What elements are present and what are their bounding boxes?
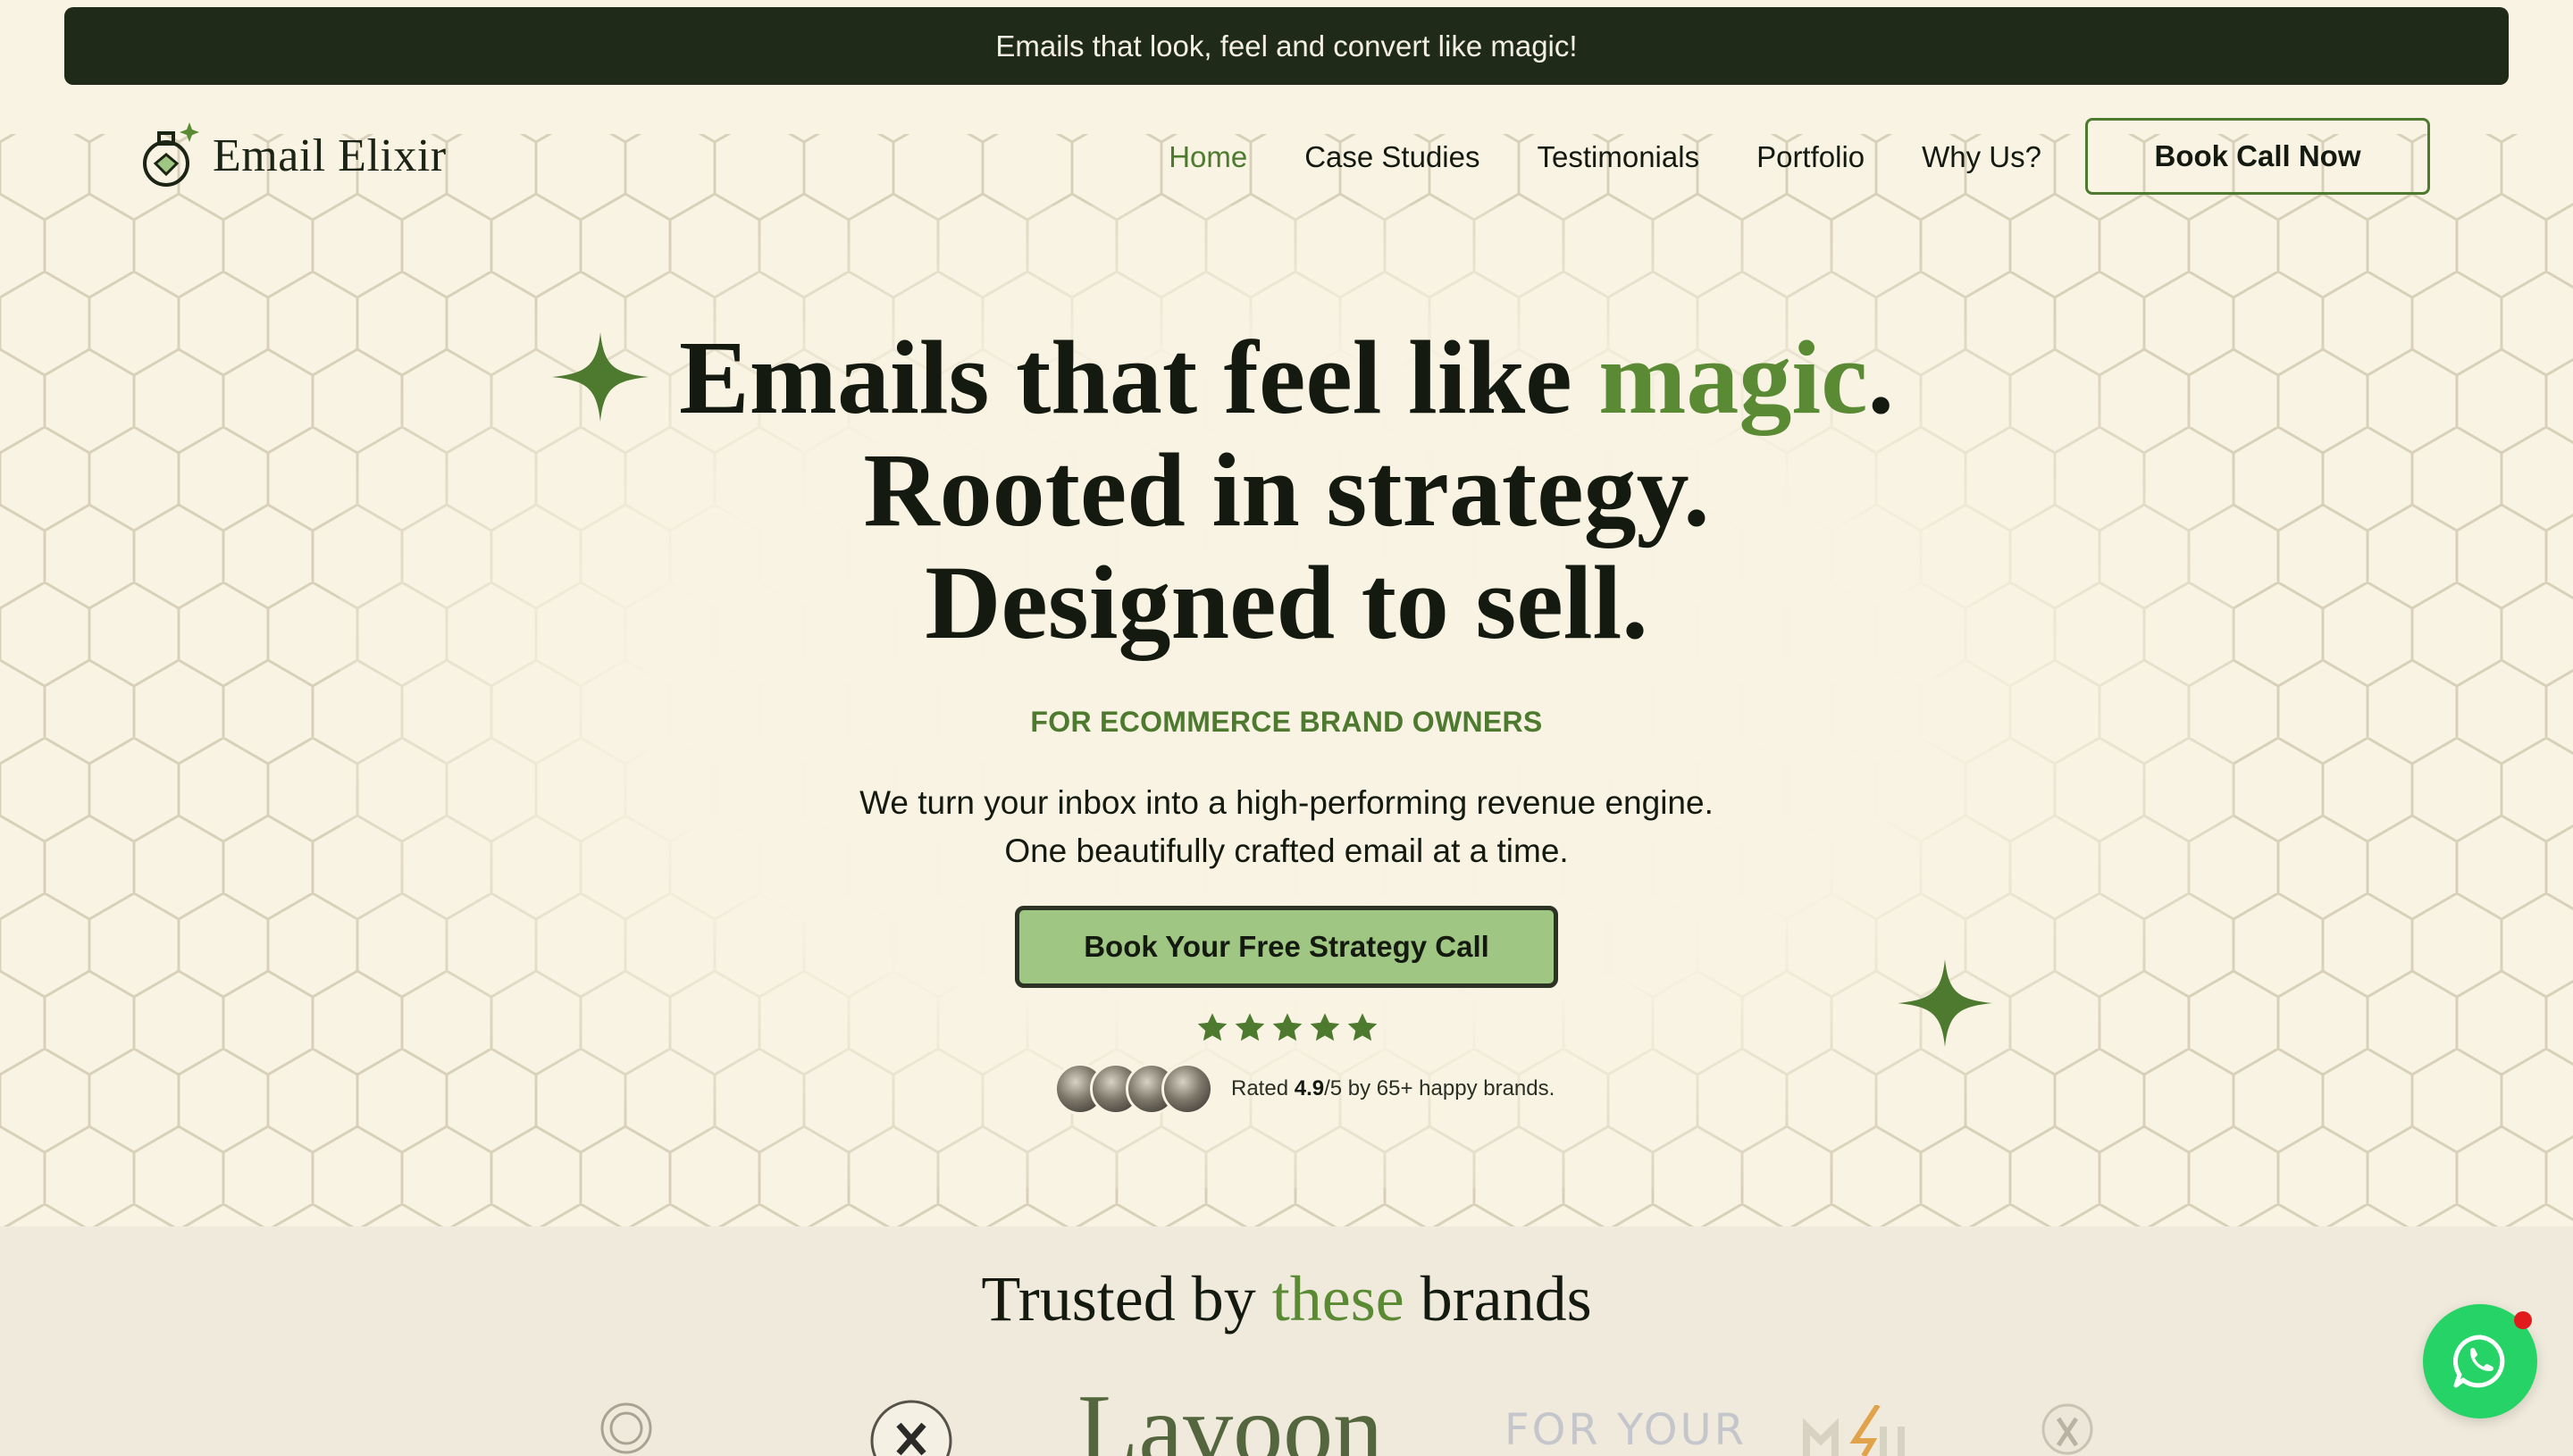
headline-accent-word: magic: [1598, 319, 1868, 436]
brand-logo-bolt: [1803, 1405, 1905, 1456]
star-icon: [1235, 1013, 1265, 1042]
sparkle-icon: [1898, 959, 1992, 1047]
trusted-title-post: brands: [1404, 1263, 1592, 1335]
customer-avatars: [1054, 1063, 1213, 1115]
top-navigation: Email Elixir Home Case Studies Testimoni…: [0, 85, 2573, 228]
book-strategy-call-button[interactable]: Book Your Free Strategy Call: [1015, 906, 1558, 988]
nav-why-us[interactable]: Why Us?: [1922, 140, 2041, 174]
brand-logo-circle: [600, 1402, 652, 1454]
nav-testimonials[interactable]: Testimonials: [1538, 140, 1700, 174]
whatsapp-chat-button[interactable]: [2423, 1304, 2537, 1418]
notification-dot: [2514, 1311, 2532, 1329]
rating-suffix: /5 by 65+ happy brands.: [1324, 1076, 1555, 1100]
avatar: [1161, 1063, 1213, 1115]
hero-subtext: We turn your inbox into a high-performin…: [0, 779, 2573, 875]
headline-line1-period: .: [1867, 319, 1895, 436]
brand-logo-figure: [2041, 1403, 2093, 1455]
headline-line3: Designed to sell.: [925, 544, 1648, 661]
brand-logo[interactable]: Email Elixir: [139, 121, 447, 190]
brand-logo-for-your: FOR YOUR: [1504, 1405, 1747, 1455]
hero-subtext-line1: We turn your inbox into a high-performin…: [859, 784, 1714, 821]
star-icon: [1197, 1013, 1228, 1042]
trusted-title-pre: Trusted by: [981, 1263, 1272, 1335]
audience-tagline: FOR ECOMMERCE BRAND OWNERS: [1030, 706, 1543, 738]
hero-section: Emails that feel like magic. Rooted in s…: [0, 322, 2573, 659]
star-icon: [1272, 1013, 1303, 1042]
headline-line2: Rooted in strategy.: [863, 431, 1710, 548]
rating-prefix: Rated: [1231, 1076, 1295, 1100]
trusted-brands-section: Trusted by these brands Lavoon FOR YOUR: [0, 1226, 2573, 1456]
announcement-bar: Emails that look, feel and convert like …: [64, 7, 2509, 85]
hero-subtext-line2: One beautifully crafted email at a time.: [1004, 833, 1569, 869]
headline-line1-text: Emails that feel like: [678, 319, 1599, 436]
potion-bottle-icon: [143, 122, 199, 187]
rating-stars: [1195, 1011, 1379, 1045]
trusted-title: Trusted by these brands: [0, 1262, 2573, 1336]
rating-text: Rated 4.9/5 by 65+ happy brands.: [1231, 1076, 1555, 1101]
rating-value: 4.9: [1294, 1076, 1325, 1100]
announcement-text: Emails that look, feel and convert like …: [995, 29, 1578, 63]
star-icon: [1310, 1013, 1340, 1042]
star-icon: [1347, 1013, 1378, 1042]
trusted-title-accent: these: [1271, 1263, 1404, 1335]
rating-summary: Rated 4.9/5 by 65+ happy brands.: [1054, 1063, 1555, 1115]
whatsapp-icon: [2452, 1335, 2505, 1388]
book-call-now-button[interactable]: Book Call Now: [2085, 118, 2430, 195]
hero-headline: Emails that feel like magic. Rooted in s…: [0, 322, 2573, 659]
nav-portfolio[interactable]: Portfolio: [1756, 140, 1865, 174]
brand-logo-lavoon: Lavoon: [1077, 1375, 1384, 1456]
nav-home[interactable]: Home: [1169, 140, 1247, 174]
nav-links: Home Case Studies Testimonials Portfolio…: [1169, 140, 2041, 174]
brand-name: Email Elixir: [213, 130, 447, 181]
brand-logo-emblem: [870, 1400, 952, 1456]
nav-case-studies[interactable]: Case Studies: [1304, 140, 1479, 174]
